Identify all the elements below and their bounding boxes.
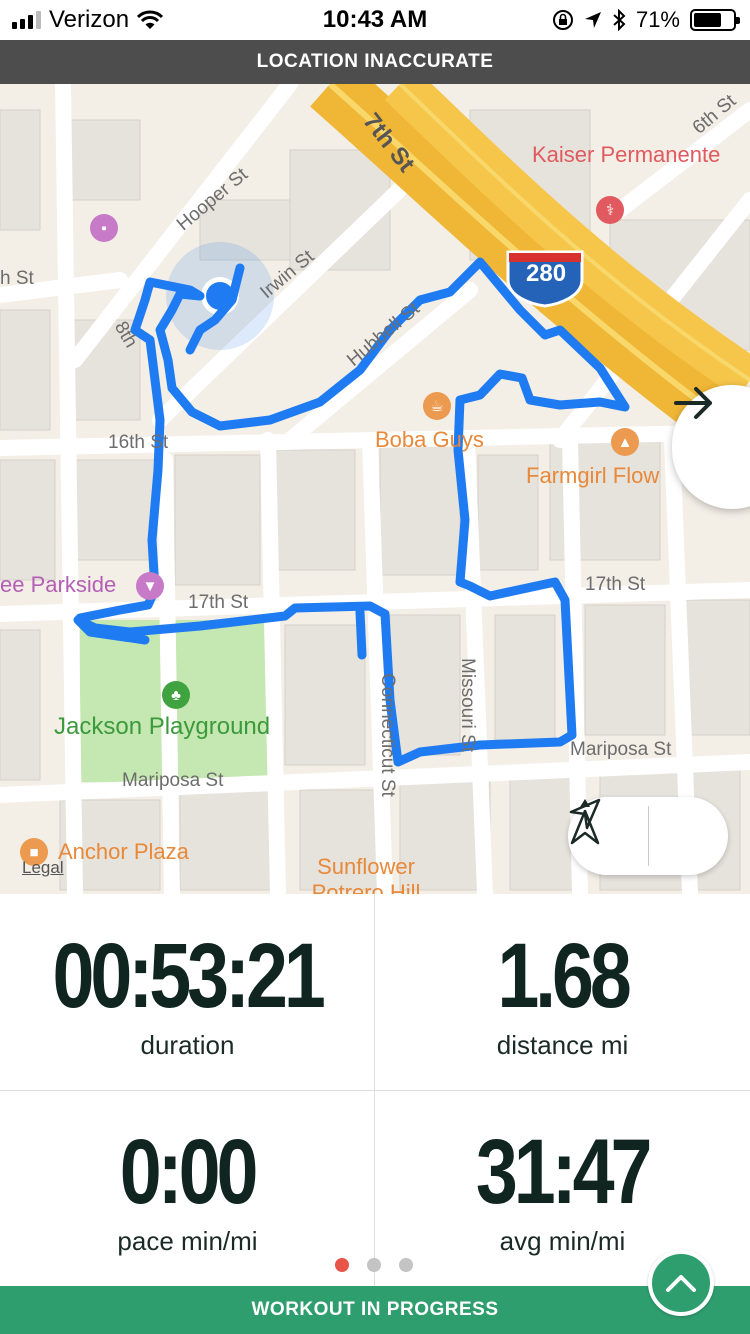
highway-shield-label: 280 (526, 260, 567, 287)
poi-kaiser-label[interactable]: Kaiser Permanente (532, 142, 720, 168)
location-arrow-icon (584, 12, 601, 28)
duration-label: duration (140, 1030, 235, 1060)
stat-duration: 00:53:21 duration (0, 894, 375, 1090)
bar-icon[interactable]: ▼ (136, 572, 164, 600)
chevron-up-icon (666, 1275, 696, 1292)
page-dot[interactable] (399, 1258, 413, 1272)
workout-in-progress-banner[interactable]: WORKOUT IN PROGRESS (0, 1286, 750, 1334)
street-label-connecticut: Connecticut St (376, 673, 398, 797)
park-tree-icon[interactable]: ♣ (162, 681, 190, 709)
location-inaccurate-banner: LOCATION INACCURATE (0, 40, 750, 84)
hospital-icon[interactable]: ⚕ (596, 196, 624, 224)
compass-button[interactable] (570, 797, 729, 875)
map-controls (568, 797, 728, 875)
street-label-missouri: Missouri St (456, 658, 478, 752)
poi-parkside-label[interactable]: ee Parkside (0, 572, 116, 598)
arrow-right-icon (674, 387, 712, 419)
page-dot[interactable] (335, 1258, 349, 1272)
poi-anchor-label[interactable]: Anchor Plaza (58, 839, 189, 865)
avg-value: 31:47 (476, 1121, 653, 1223)
map-view[interactable]: Hooper St 7th St Irwin St Hubbell St h S… (0, 84, 750, 894)
street-label-mariposa-right: Mariposa St (570, 739, 672, 760)
cinema-icon[interactable]: ▪ (90, 214, 118, 242)
expand-button[interactable] (648, 1250, 714, 1316)
battery-level (694, 13, 721, 27)
status-bar: Verizon 10:43 AM 71% (0, 0, 750, 40)
street-label-17th-right: 17th St (585, 574, 646, 595)
lock-rotation-icon (552, 10, 573, 30)
compass-icon (570, 799, 600, 845)
duration-value: 00:53:21 (52, 925, 326, 1027)
poi-farmgirl-label[interactable]: Farmgirl Flow (526, 463, 659, 489)
distance-label: distance mi (496, 1030, 629, 1060)
poi-boba-label[interactable]: Boba Guys (375, 427, 484, 453)
poi-jackson-label[interactable]: Jackson Playground (54, 713, 270, 741)
pace-value: 0:00 (120, 1121, 259, 1223)
status-right: 71% (552, 6, 740, 34)
poi-sunflower-label[interactable]: Sunflower Potrero Hill (296, 854, 436, 894)
shopping-bag-icon[interactable]: ▲ (611, 428, 639, 456)
legal-link[interactable]: Legal (22, 858, 64, 878)
avg-label: avg min/mi (499, 1226, 626, 1256)
street-label-mariposa-left: Mariposa St (122, 770, 224, 791)
battery-percent: 71% (635, 7, 680, 32)
pace-label: pace min/mi (117, 1226, 258, 1256)
workout-stats[interactable]: 00:53:21 duration 1.68 distance mi 0:00 … (0, 894, 750, 1286)
street-label-16th: 16th St (108, 432, 169, 453)
battery-icon (690, 9, 740, 31)
page-dot[interactable] (367, 1258, 381, 1272)
drink-icon[interactable]: ☕ (423, 392, 451, 420)
stat-distance: 1.68 distance mi (375, 894, 750, 1090)
street-label-h: h St (0, 268, 34, 289)
street-label-17th-left: 17th St (188, 592, 249, 613)
stats-divider-horizontal (0, 1090, 750, 1091)
page-indicator[interactable] (335, 1258, 413, 1272)
bluetooth-icon (613, 9, 626, 31)
distance-value: 1.68 (497, 925, 632, 1027)
stat-pace: 0:00 pace min/mi (0, 1090, 375, 1286)
